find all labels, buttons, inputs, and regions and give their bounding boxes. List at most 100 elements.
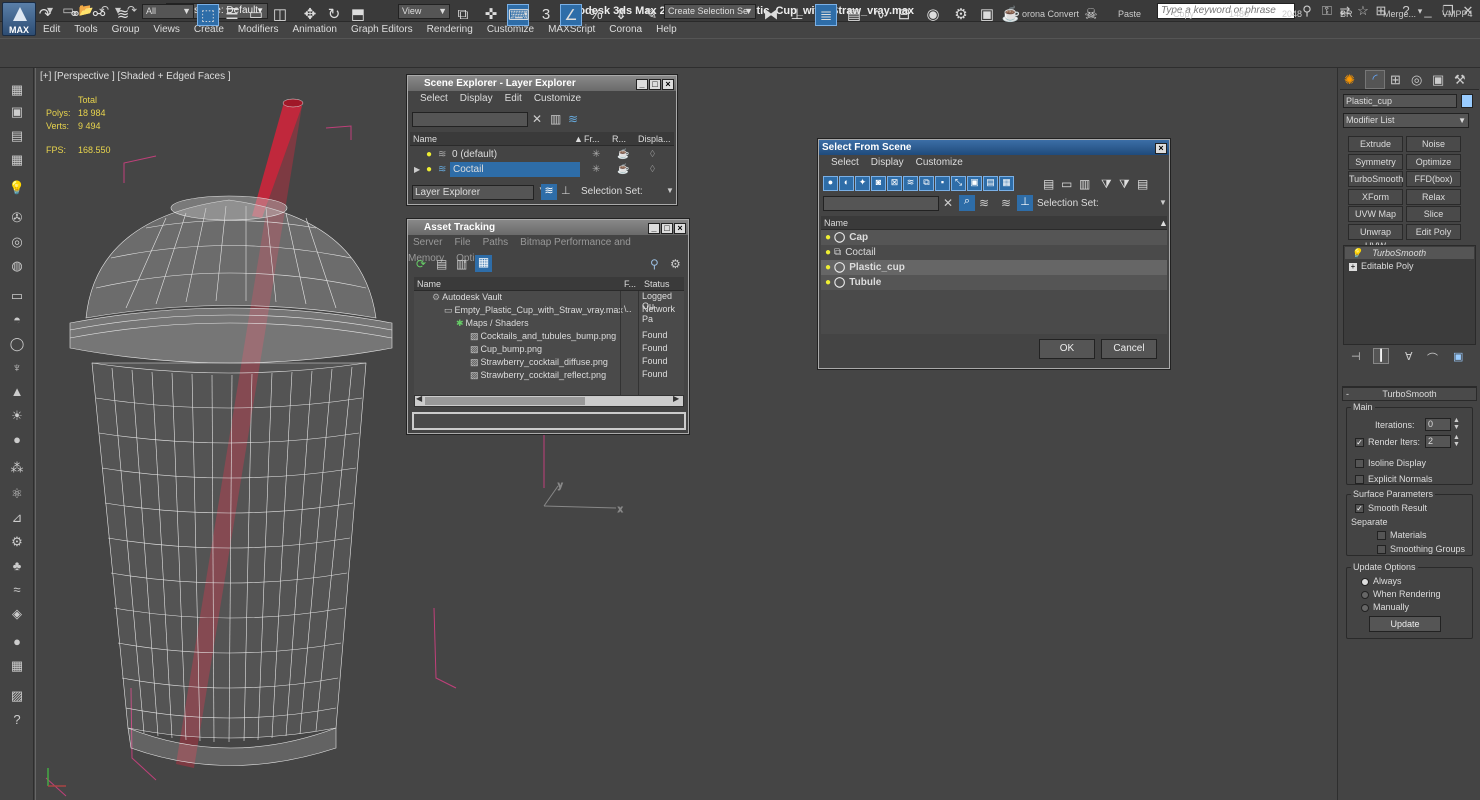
ok-button[interactable]: OK [1039, 339, 1095, 359]
vault-icon[interactable]: ⚲ [650, 257, 659, 271]
when-rendering-radio[interactable] [1361, 590, 1369, 599]
resolution-2048-button[interactable]: 2048 [1282, 9, 1302, 19]
object-row[interactable]: ● ◯ Tubule [821, 275, 1167, 290]
scene-explorer-titlebar[interactable]: Scene Explorer - Layer Explorer _ □ × [408, 76, 676, 91]
star-icon[interactable]: ☆ [1355, 3, 1371, 19]
named-selection-dropdown[interactable]: Create Selection Se ▼ [664, 4, 756, 19]
bulb-icon[interactable]: ● [426, 147, 432, 162]
freeze-icon[interactable]: ✳ [592, 147, 600, 162]
col-freeze[interactable]: Fr... [584, 132, 600, 146]
select-none-icon[interactable]: ▭ [1061, 177, 1072, 191]
minimize-icon[interactable]: _ [1420, 3, 1436, 19]
app-menu-button[interactable]: MAX [2, 2, 36, 36]
asset-row[interactable]: ▨ Cocktails_and_tubules_bump.png [470, 330, 616, 343]
asset-row[interactable]: ⚙ Autodesk Vault [432, 291, 502, 304]
list-icon[interactable]: ▤ [6, 126, 28, 146]
disc-icon[interactable]: ● [6, 430, 28, 450]
move-icon[interactable]: ✥ [299, 4, 321, 26]
close-icon[interactable]: × [662, 79, 674, 90]
skull-icon[interactable]: ☠ [1080, 4, 1102, 26]
asset-row[interactable]: ▭ Empty_Plastic_Cup_with_Straw_vray.max [444, 304, 623, 317]
iterations-input[interactable]: 0 [1425, 418, 1451, 431]
corona-convert-label[interactable]: orona Convert [1022, 9, 1079, 19]
layer-row[interactable]: ▶ ● ≋ Coctail ✳ ☕ ◊ [410, 162, 674, 177]
col-name[interactable]: Name [413, 132, 437, 146]
menu-display[interactable]: Display [460, 93, 493, 104]
copy-button[interactable]: Copy [1173, 9, 1194, 19]
shelf-icon[interactable]: ▦ [6, 80, 28, 100]
asset-row[interactable]: ▨ Cup_bump.png [470, 343, 542, 356]
material-editor-icon[interactable]: ◉ [922, 4, 944, 26]
pivot-center-icon[interactable]: ⧉ [452, 4, 474, 26]
hair-icon[interactable]: ≈ [6, 580, 28, 600]
modifier-list-dropdown[interactable]: Modifier List ▼ [1343, 113, 1469, 128]
sphere-icon[interactable]: ● [6, 632, 28, 652]
merge-button[interactable]: Merge... [1383, 9, 1416, 19]
menu-edit[interactable]: Edit [505, 93, 522, 104]
show-end-result-icon[interactable]: ┃ [1373, 348, 1389, 364]
utilities-tab-icon[interactable]: ⚒ [1454, 72, 1466, 88]
bulb-icon[interactable]: 💡 [6, 178, 28, 198]
object-color-swatch[interactable] [1461, 94, 1473, 108]
hidden-filter-icon[interactable]: ▦ [999, 176, 1014, 191]
scrollbar-thumb[interactable] [425, 397, 585, 405]
layer-icon[interactable]: ≋ [979, 196, 989, 210]
expand-icon[interactable]: + [1349, 263, 1357, 271]
scene-explorer-search-input[interactable] [412, 112, 528, 127]
layer-row[interactable]: ● ≋ 0 (default) ✳ ☕ ◊ [410, 147, 674, 162]
freeze-icon[interactable]: ✳ [592, 162, 600, 177]
clear-search-icon[interactable]: ✕ [532, 112, 542, 126]
make-unique-icon[interactable]: ∀ [1405, 350, 1413, 363]
scroll-right-icon[interactable]: ▶ [673, 394, 679, 403]
grid-view-icon[interactable]: ▦ [475, 255, 492, 272]
display-box-icon[interactable]: ◊ [650, 162, 655, 177]
rectangular-selection-icon[interactable]: ▭ [245, 4, 267, 26]
cancel-button[interactable]: Cancel [1101, 339, 1157, 359]
explicit-normals-checkbox[interactable] [1355, 475, 1364, 485]
unlink-icon[interactable]: ⚯ [88, 4, 110, 26]
object-row[interactable]: ● ◯ Cap [821, 230, 1167, 245]
render-iters-checkbox[interactable]: ✓ [1355, 438, 1364, 448]
optimize-button[interactable]: Optimize [1406, 154, 1461, 170]
sun-icon[interactable]: ☀ [6, 406, 28, 426]
gear-icon[interactable]: ⚙ [6, 532, 28, 552]
bulb-icon[interactable]: ● [426, 162, 432, 177]
filter-options-icon[interactable]: ⧩ [1119, 177, 1130, 192]
schematic-view-icon[interactable]: ⊟ [893, 4, 915, 26]
plant-icon[interactable]: ♣ [6, 556, 28, 576]
close-icon[interactable]: × [674, 223, 686, 234]
motion-tab-icon[interactable]: ◎ [1411, 72, 1422, 88]
materials-checkbox[interactable] [1377, 531, 1386, 541]
filter-icon[interactable]: ▥ [550, 112, 561, 126]
expand-icon[interactable]: ▶ [414, 162, 420, 177]
scroll-left-icon[interactable]: ◀ [416, 394, 422, 403]
group-filter-icon[interactable]: ⧉ [919, 176, 934, 191]
object-row-selected[interactable]: ● ◯ Plastic_cup [821, 260, 1167, 275]
toggle-ribbon-icon[interactable]: ▤ [843, 4, 865, 26]
material-icon[interactable]: ◈ [6, 604, 28, 624]
keyboard-shortcut-override-icon[interactable]: ⌨ [507, 4, 530, 26]
chevron-down-icon[interactable]: ▼ [666, 186, 674, 195]
minimize-icon[interactable]: _ [636, 79, 648, 90]
layers-stack-icon[interactable]: ≋ [1001, 196, 1011, 210]
clear-search-icon[interactable]: ✕ [943, 196, 953, 210]
render-iters-input[interactable]: 2 [1425, 435, 1451, 448]
asset-row[interactable]: ▨ Strawberry_cocktail_reflect.png [470, 369, 606, 382]
object-row[interactable]: ● ⧉ Coctail [821, 245, 1167, 260]
hierarchy-icon[interactable]: ⊥ [561, 184, 571, 197]
chevron-down-icon[interactable]: ▼ [1159, 198, 1167, 207]
bone-filter-icon[interactable]: ⤡ [951, 176, 966, 191]
scatter-icon[interactable]: ⁂ [6, 458, 28, 478]
col-status[interactable]: Status [644, 277, 670, 291]
update-button[interactable]: Update [1369, 616, 1441, 632]
spacewarp-filter-icon[interactable]: ≋ [903, 176, 918, 191]
render-iters-spinner-icon[interactable]: ▲ ▼ [1453, 434, 1460, 448]
image-icon[interactable]: ▣ [6, 102, 28, 122]
layer-explorer-icon[interactable]: ≋ [541, 184, 557, 200]
display-tab-icon[interactable]: ▣ [1432, 72, 1444, 88]
smooth-result-checkbox[interactable]: ✓ [1355, 504, 1364, 514]
iterations-spinner-icon[interactable]: ▲ ▼ [1453, 417, 1460, 431]
ffd-box-button[interactable]: FFD(box) [1406, 171, 1461, 187]
key-icon[interactable]: ⚿ [1319, 3, 1335, 19]
noise-button[interactable]: Noise [1406, 136, 1461, 152]
